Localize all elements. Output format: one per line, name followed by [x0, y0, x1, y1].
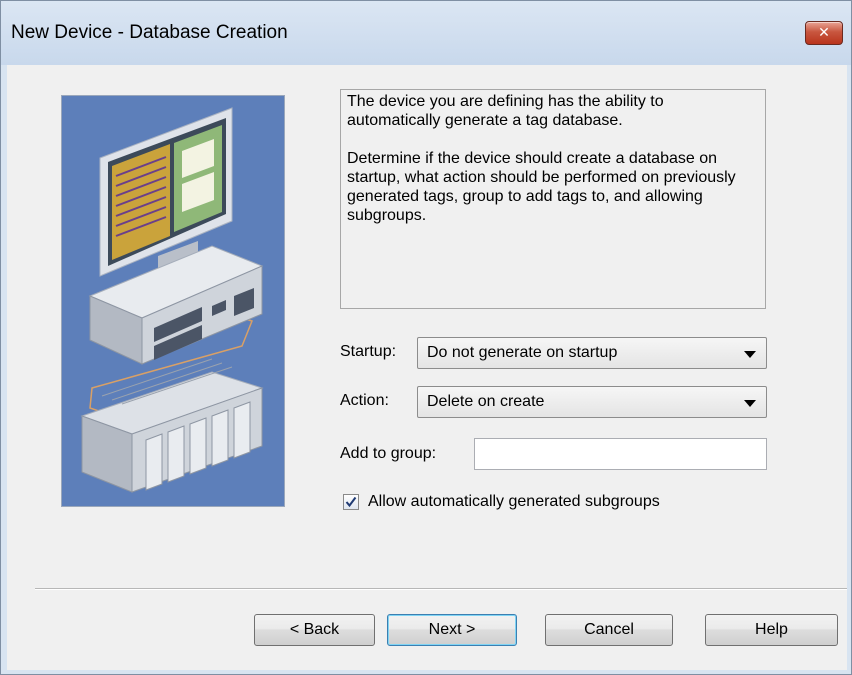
wizard-dialog: New Device - Database Creation ✕ The dev…	[0, 0, 852, 675]
add-to-group-label: Add to group:	[340, 445, 437, 462]
action-dropdown[interactable]: Delete on create	[417, 386, 767, 418]
description-panel: The device you are defining has the abil…	[340, 89, 766, 309]
dropdown-arrow-icon	[744, 351, 756, 358]
wizard-illustration	[61, 95, 285, 507]
allow-subgroups-label[interactable]: Allow automatically generated subgroups	[368, 493, 660, 511]
dropdown-arrow-icon	[744, 400, 756, 407]
cancel-button[interactable]: Cancel	[545, 614, 673, 646]
action-label: Action:	[340, 392, 389, 409]
checkmark-icon	[345, 496, 357, 508]
window-title: New Device - Database Creation	[11, 22, 288, 43]
allow-subgroups-checkbox[interactable]	[343, 494, 359, 510]
next-button[interactable]: Next >	[387, 614, 517, 646]
computer-plc-network-illustration	[62, 96, 284, 506]
description-paragraph-1: The device you are defining has the abil…	[347, 93, 664, 129]
back-button[interactable]: < Back	[254, 614, 375, 646]
startup-label: Startup:	[340, 343, 397, 360]
close-button[interactable]: ✕	[805, 21, 843, 45]
separator-line	[35, 588, 847, 590]
action-dropdown-value: Delete on create	[427, 393, 545, 410]
title-bar[interactable]: New Device - Database Creation ✕	[1, 1, 851, 65]
dialog-body: The device you are defining has the abil…	[7, 65, 847, 670]
description-paragraph-2: Determine if the device should create a …	[347, 150, 736, 224]
help-button[interactable]: Help	[705, 614, 838, 646]
startup-dropdown-value: Do not generate on startup	[427, 344, 618, 361]
close-x-icon: ✕	[818, 25, 830, 41]
startup-dropdown[interactable]: Do not generate on startup	[417, 337, 767, 369]
add-to-group-input[interactable]	[474, 438, 767, 470]
